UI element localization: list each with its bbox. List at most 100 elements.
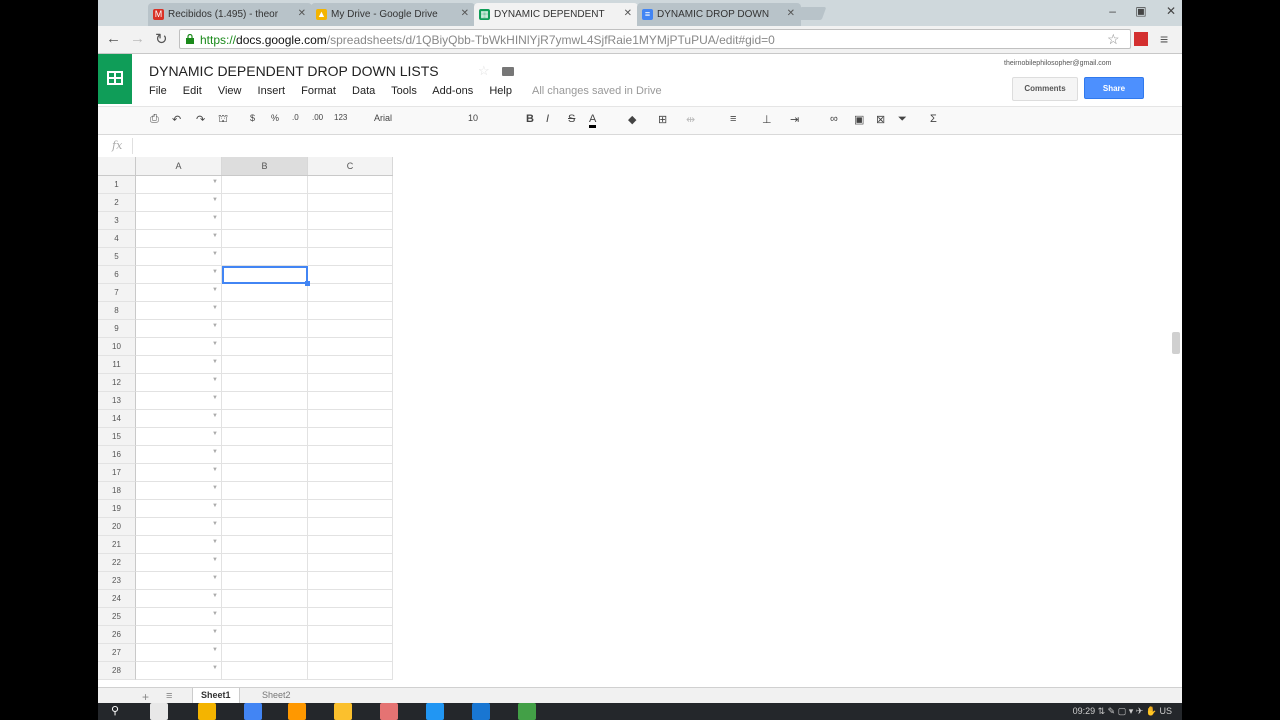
cell-c4[interactable] [308, 230, 393, 248]
cell-c24[interactable] [308, 590, 393, 608]
cell-b7[interactable] [222, 284, 308, 302]
text-wrap-icon[interactable]: ⇥ [790, 113, 799, 126]
row-header[interactable]: 21 [98, 536, 136, 554]
browser-tab[interactable]: ▲ My Drive - Google Drive ✕ [311, 3, 475, 26]
percent-button[interactable]: % [271, 113, 279, 123]
star-document-icon[interactable]: ☆ [478, 63, 490, 79]
drive-app-icon[interactable] [198, 703, 216, 720]
row-header[interactable]: 16 [98, 446, 136, 464]
chrome-menu-icon[interactable]: ≡ [1160, 31, 1168, 47]
dropdown-arrow-icon[interactable]: ▼ [212, 467, 218, 473]
cell-c18[interactable] [308, 482, 393, 500]
new-tab-button[interactable] [795, 7, 827, 20]
cell-b1[interactable] [222, 176, 308, 194]
cell-c13[interactable] [308, 392, 393, 410]
cell-c22[interactable] [308, 554, 393, 572]
forward-arrow-icon[interactable]: → [130, 30, 145, 47]
row-header[interactable]: 8 [98, 302, 136, 320]
cell-b2[interactable] [222, 194, 308, 212]
orange-app-icon[interactable] [288, 703, 306, 720]
insert-chart-icon[interactable]: ⊠ [876, 113, 885, 126]
chrome-app-icon[interactable] [518, 703, 536, 720]
browser-tab[interactable]: ▦ DYNAMIC DEPENDENT ✕ [474, 3, 638, 26]
cell-b13[interactable] [222, 392, 308, 410]
select-all-corner[interactable] [98, 157, 136, 175]
dropdown-arrow-icon[interactable]: ▼ [212, 233, 218, 239]
cell-a1[interactable]: ▼ [136, 176, 222, 194]
dropdown-arrow-icon[interactable]: ▼ [212, 287, 218, 293]
cell-a15[interactable]: ▼ [136, 428, 222, 446]
dropdown-arrow-icon[interactable]: ▼ [212, 575, 218, 581]
cell-b28[interactable] [222, 662, 308, 680]
vertical-scrollbar[interactable] [1172, 332, 1180, 354]
vertical-align-icon[interactable]: ⊥ [762, 113, 772, 126]
horizontal-align-icon[interactable]: ≡ [730, 113, 736, 125]
cell-a3[interactable]: ▼ [136, 212, 222, 230]
font-family-dropdown[interactable]: Arial [374, 113, 392, 123]
cell-b5[interactable] [222, 248, 308, 266]
dropdown-arrow-icon[interactable]: ▼ [212, 395, 218, 401]
menu-file[interactable]: File [149, 85, 167, 97]
dropdown-arrow-icon[interactable]: ▼ [212, 269, 218, 275]
cell-a2[interactable]: ▼ [136, 194, 222, 212]
cell-c27[interactable] [308, 644, 393, 662]
row-header[interactable]: 10 [98, 338, 136, 356]
dropdown-arrow-icon[interactable]: ▼ [212, 377, 218, 383]
row-header[interactable]: 6 [98, 266, 136, 284]
cell-b4[interactable] [222, 230, 308, 248]
keep-app-icon[interactable] [334, 703, 352, 720]
cell-c14[interactable] [308, 410, 393, 428]
cell-b17[interactable] [222, 464, 308, 482]
row-header[interactable]: 3 [98, 212, 136, 230]
cell-a12[interactable]: ▼ [136, 374, 222, 392]
cell-c25[interactable] [308, 608, 393, 626]
cell-a18[interactable]: ▼ [136, 482, 222, 500]
cell-a28[interactable]: ▼ [136, 662, 222, 680]
row-header[interactable]: 12 [98, 374, 136, 392]
dropdown-arrow-icon[interactable]: ▼ [212, 629, 218, 635]
bold-icon[interactable]: B [526, 113, 534, 125]
cell-b15[interactable] [222, 428, 308, 446]
cell-a16[interactable]: ▼ [136, 446, 222, 464]
row-header[interactable]: 4 [98, 230, 136, 248]
dropdown-arrow-icon[interactable]: ▼ [212, 647, 218, 653]
sheets-logo-icon[interactable] [98, 54, 132, 104]
row-header[interactable]: 28 [98, 662, 136, 680]
cell-a27[interactable]: ▼ [136, 644, 222, 662]
dropdown-arrow-icon[interactable]: ▼ [212, 179, 218, 185]
cell-c15[interactable] [308, 428, 393, 446]
extension-icon[interactable] [1134, 32, 1148, 46]
cell-a20[interactable]: ▼ [136, 518, 222, 536]
cell-a8[interactable]: ▼ [136, 302, 222, 320]
cell-c21[interactable] [308, 536, 393, 554]
cell-a19[interactable]: ▼ [136, 500, 222, 518]
dropdown-arrow-icon[interactable]: ▼ [212, 413, 218, 419]
document-title[interactable]: DYNAMIC DEPENDENT DROP DOWN LISTS [149, 63, 439, 79]
cell-b12[interactable] [222, 374, 308, 392]
menu-format[interactable]: Format [301, 85, 336, 97]
close-tab-icon[interactable]: ✕ [461, 8, 469, 19]
cell-b16[interactable] [222, 446, 308, 464]
cell-a17[interactable]: ▼ [136, 464, 222, 482]
browser-tab[interactable]: M Recibidos (1.495) - theor ✕ [148, 3, 312, 26]
cell-b9[interactable] [222, 320, 308, 338]
menu-help[interactable]: Help [489, 85, 512, 97]
cell-c3[interactable] [308, 212, 393, 230]
cell-a26[interactable]: ▼ [136, 626, 222, 644]
cell-b3[interactable] [222, 212, 308, 230]
menu-edit[interactable]: Edit [183, 85, 202, 97]
close-tab-icon[interactable]: ✕ [787, 8, 795, 19]
status-tray[interactable]: 09:29 ⇅ ✎ ▢ ▾ ✈ ✋ US [1073, 706, 1172, 717]
close-tab-icon[interactable]: ✕ [624, 8, 632, 19]
row-header[interactable]: 27 [98, 644, 136, 662]
cell-c16[interactable] [308, 446, 393, 464]
dropdown-arrow-icon[interactable]: ▼ [212, 539, 218, 545]
cell-c17[interactable] [308, 464, 393, 482]
cell-c1[interactable] [308, 176, 393, 194]
dropdown-arrow-icon[interactable]: ▼ [212, 323, 218, 329]
row-header[interactable]: 2 [98, 194, 136, 212]
row-header[interactable]: 15 [98, 428, 136, 446]
browser-tab[interactable]: ≡ DYNAMIC DROP DOWN ✕ [637, 3, 801, 26]
cell-b22[interactable] [222, 554, 308, 572]
dropdown-arrow-icon[interactable]: ▼ [212, 503, 218, 509]
